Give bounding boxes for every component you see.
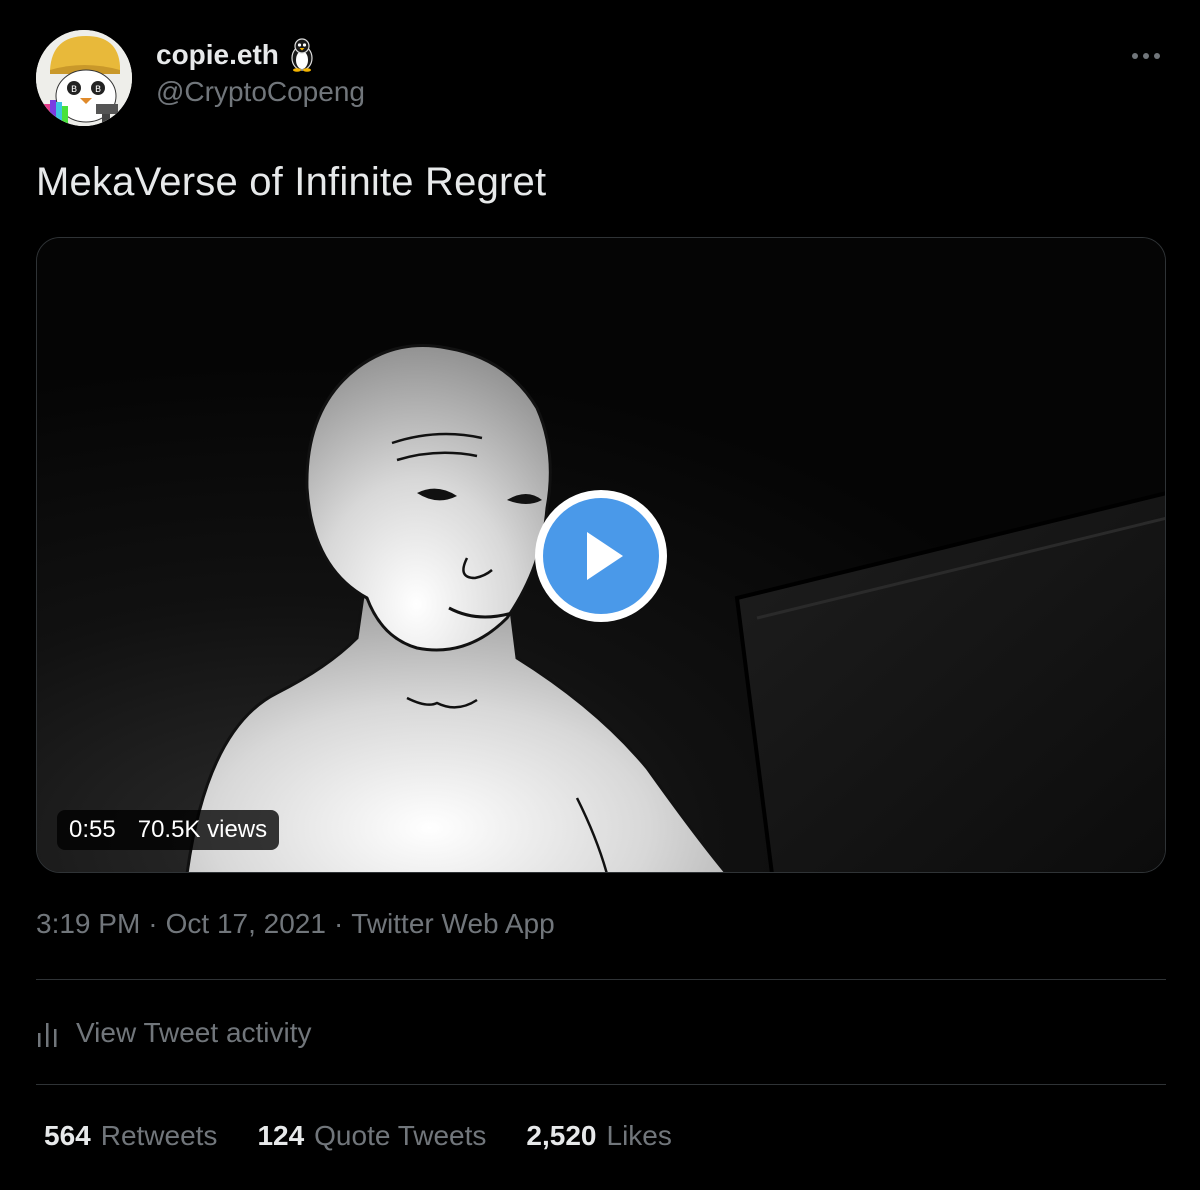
author-handle[interactable]: @CryptoCopeng xyxy=(156,76,365,108)
video-duration: 0:55 xyxy=(69,816,116,843)
play-icon xyxy=(587,532,623,580)
meta-separator: · xyxy=(148,908,158,939)
quote-tweets-label: Quote Tweets xyxy=(314,1120,487,1151)
video-player[interactable]: 0:55 70.5K views xyxy=(36,237,1166,873)
tweet-date[interactable]: Oct 17, 2021 xyxy=(166,908,326,940)
avatar[interactable]: B B xyxy=(36,30,132,126)
meta-separator: · xyxy=(333,908,344,939)
tweet-time[interactable]: 3:19 PM xyxy=(36,908,140,940)
svg-text:B: B xyxy=(95,85,101,95)
view-tweet-activity-label: View Tweet activity xyxy=(76,1017,312,1048)
likes-label: Likes xyxy=(606,1120,672,1151)
author-name-line: copie.eth xyxy=(156,38,317,72)
quote-tweets-stat[interactable]: 124 Quote Tweets xyxy=(257,1120,486,1152)
video-views: 70.5K views xyxy=(137,816,268,843)
likes-stat[interactable]: 2,520 Likes xyxy=(526,1120,671,1152)
author-display-name[interactable]: copie.eth xyxy=(156,39,279,71)
view-tweet-activity-link[interactable]: View Tweet activity xyxy=(36,1010,312,1056)
likes-count: 2,520 xyxy=(526,1120,597,1151)
engagement-stats: 564 Retweets 124 Quote Tweets 2,520 Like… xyxy=(44,1120,672,1152)
retweets-count: 564 xyxy=(44,1120,91,1151)
tweet-text: MekaVerse of Infinite Regret xyxy=(36,160,547,204)
play-button-inner xyxy=(543,498,659,614)
more-dot xyxy=(1132,53,1138,59)
divider xyxy=(36,1084,1166,1085)
more-dot xyxy=(1154,53,1160,59)
retweets-label: Retweets xyxy=(100,1120,218,1151)
svg-text:B: B xyxy=(71,85,77,95)
retweets-stat[interactable]: 564 Retweets xyxy=(44,1120,217,1152)
video-info-badge: 0:55 70.5K views xyxy=(57,810,280,850)
tweet-source[interactable]: Twitter Web App xyxy=(351,908,554,940)
quote-tweets-count: 124 xyxy=(257,1120,305,1151)
bar-chart-icon xyxy=(38,1023,57,1047)
tweet-metadata: 3:19 PM · Oct 17, 2021 · Twitter Web App xyxy=(36,908,555,940)
tweet-header: B B copie.eth @CryptoCopeng xyxy=(36,30,1166,126)
tweet-detail: B B copie.eth @CryptoCopeng MekaVerse of… xyxy=(0,0,1200,1190)
divider xyxy=(36,979,1166,980)
play-button[interactable] xyxy=(535,490,667,622)
avatar-image: B B xyxy=(36,30,132,126)
more-dot xyxy=(1143,53,1149,59)
more-options-icon[interactable] xyxy=(1126,44,1166,68)
penguin-icon xyxy=(291,38,313,72)
